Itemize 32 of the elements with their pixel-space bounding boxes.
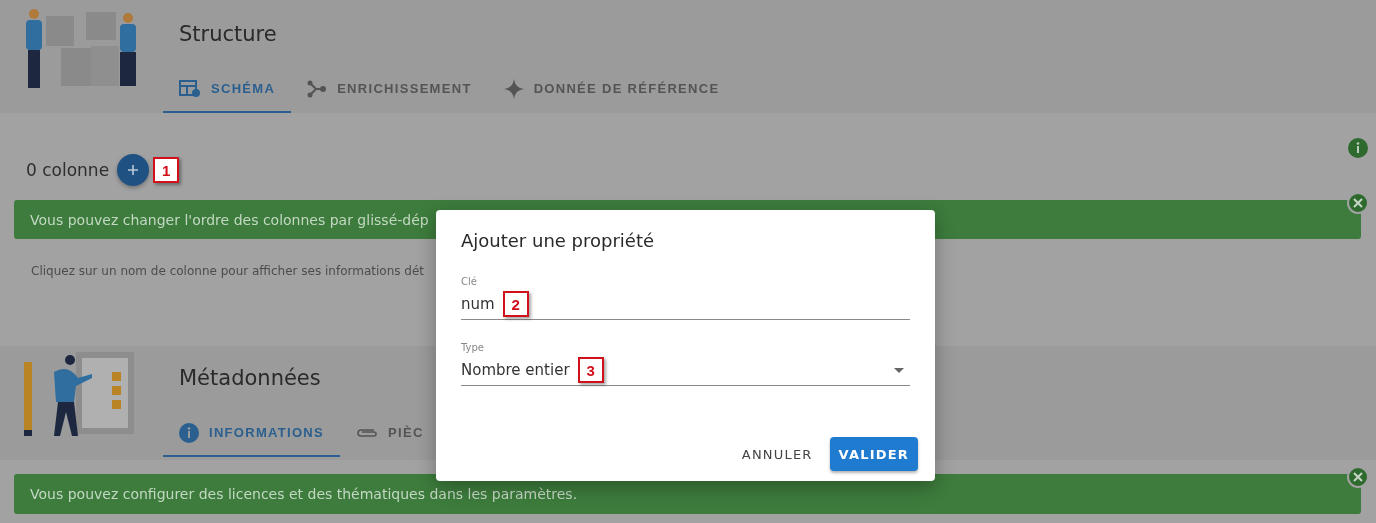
- field-label: Type: [461, 342, 485, 355]
- info-icon[interactable]: [1348, 138, 1368, 158]
- column-count: 0 colonne: [26, 160, 110, 180]
- paperclip-icon: [356, 426, 379, 439]
- tab[interactable]: ENRICHISSEMENT: [291, 66, 488, 113]
- banner-text: Vous pouvez changer l'ordre des colonnes par glissé-dép: [30, 211, 429, 228]
- section-title: Métadonnées: [179, 366, 322, 392]
- callout-marker: 1: [153, 157, 180, 183]
- section-title: Structure: [179, 22, 278, 48]
- callout-marker: 3: [577, 357, 604, 383]
- cancel-button[interactable]: ANNULER: [732, 437, 822, 471]
- banner-text: Vous pouvez configurer des licences et des thématiques dans les paramètres.: [30, 486, 578, 502]
- add-button[interactable]: [117, 154, 150, 186]
- tab[interactable]: PIÈC: [340, 410, 440, 457]
- sparkle-icon: [503, 78, 524, 99]
- input-field[interactable]: num: [461, 291, 495, 317]
- tab[interactable]: DONNÉE DE RÉFÉRENCE: [487, 66, 736, 113]
- select-field[interactable]: Nombre entier: [461, 357, 570, 383]
- validate-button[interactable]: VALIDER: [829, 437, 918, 471]
- plus-icon: [127, 164, 140, 176]
- info-icon: [179, 422, 199, 443]
- field-label: Clé: [461, 276, 478, 289]
- close-icon[interactable]: [1347, 192, 1369, 214]
- tab[interactable]: INFORMATIONS: [163, 410, 341, 457]
- caret-icon: [894, 368, 904, 373]
- table-gear-icon: [179, 79, 201, 98]
- tab[interactable]: SCHÉMA: [163, 66, 292, 113]
- dialog-title: Ajouter une propriété: [461, 230, 656, 253]
- branch-icon: [307, 79, 328, 98]
- close-icon[interactable]: [1347, 466, 1369, 488]
- callout-marker: 2: [502, 291, 529, 317]
- hint-text: Cliquez sur un nom de colonne pour afficher ses informations dét: [31, 264, 426, 280]
